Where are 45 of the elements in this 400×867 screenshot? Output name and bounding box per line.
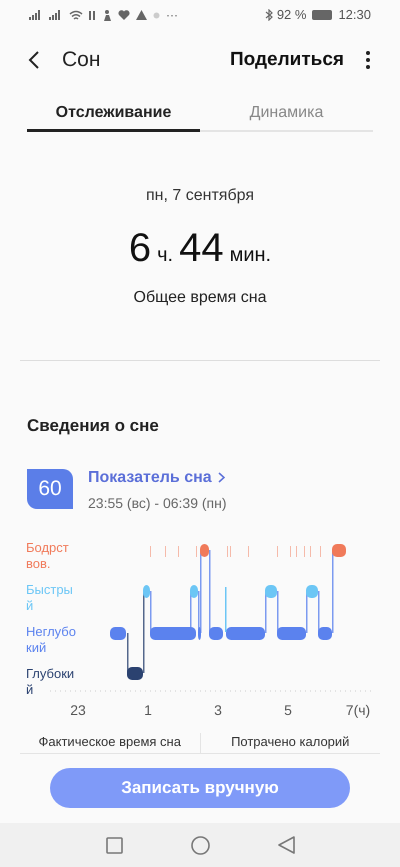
clock-time: 12:30 [338,6,371,24]
axis-label: 5 [284,700,292,720]
figure-icon [102,10,112,20]
total-sleep-label: Общее время сна [134,288,266,308]
score-badge: 60 [27,468,73,508]
axis-label: 3 [214,700,222,720]
tab[interactable]: Динамика [200,96,373,132]
more-icon[interactable] [366,51,370,69]
page-title: Сон [62,47,100,74]
minutes-value: 44 [179,225,224,272]
back-nav-icon[interactable] [278,836,294,854]
triangle-icon [136,10,147,20]
battery-icon [312,10,332,20]
stat-label: Фактическое время сна [38,732,181,751]
date-label: пн, 7 сентября [146,186,254,206]
home-icon[interactable] [190,836,210,854]
section-title: Сведения о сне [27,415,160,437]
hours-unit: ч. [157,243,174,268]
stat-label: Потрачено калорий [231,732,350,751]
signal-icon [49,10,63,20]
axis-label: 23 [70,700,86,720]
stage-label: Глубоки й [26,664,76,698]
more-indicator: ··· [166,7,178,24]
recents-icon[interactable] [106,836,122,854]
tab[interactable]: Отслеживание [27,96,200,132]
back-icon[interactable] [28,51,40,69]
axis-label: 1 [144,700,152,720]
wifi-icon [69,10,83,20]
minutes-unit: мин. [230,243,272,268]
stage-label: Неглубо кий [26,622,76,656]
sleep-time-range: 23:55 (вс) - 06:39 (пн) [88,494,227,513]
chevron-icon [218,472,225,483]
pause-icon [89,10,96,20]
record-manually-button[interactable]: Записать вручную [50,768,350,808]
axis-label: 7(ч) [346,700,370,720]
share-button[interactable]: Поделиться [230,46,344,74]
stage-label: Быстры й [26,580,74,614]
bluetooth-icon [264,9,273,21]
hours-value: 6 [128,225,152,272]
heart-icon [118,10,130,20]
dot-icon [153,12,160,18]
score-link[interactable]: Показатель сна [88,466,227,490]
signal-icon [29,10,43,20]
stage-label: Бодрст вов. [26,538,70,572]
battery-percent: 92 % [276,6,306,24]
